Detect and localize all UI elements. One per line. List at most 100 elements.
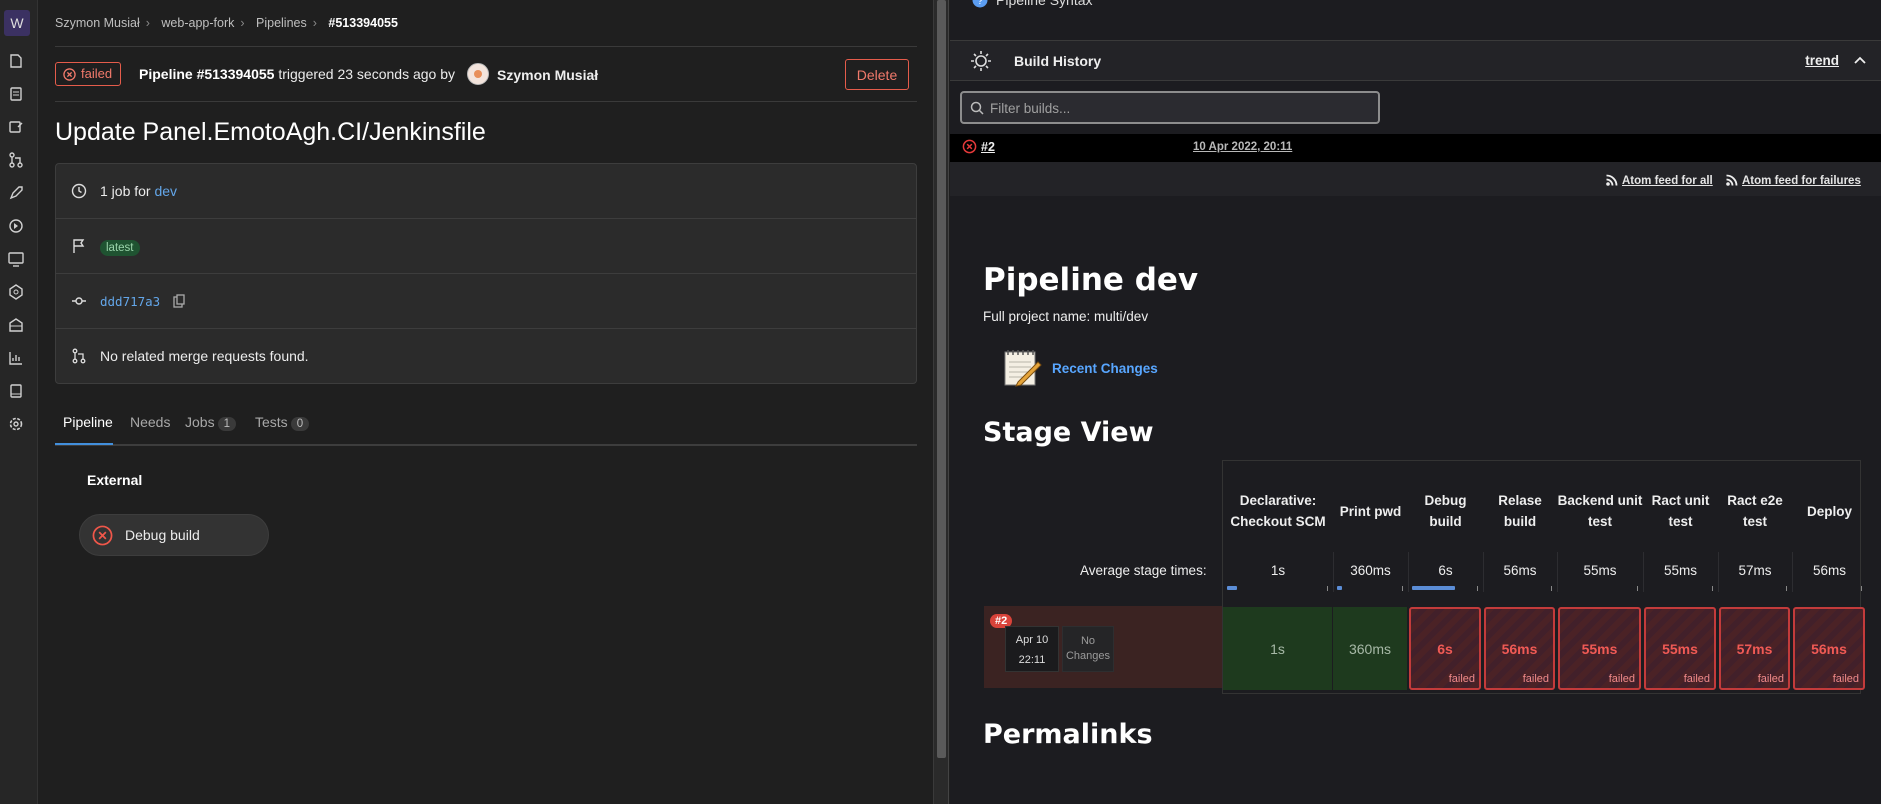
column-separator xyxy=(1333,552,1334,592)
stage-time-tick xyxy=(1861,586,1862,591)
search-icon xyxy=(970,101,984,115)
stage-time-tick xyxy=(1551,586,1552,591)
merge-branch-icon[interactable] xyxy=(7,151,25,169)
no-changes-box[interactable]: No Changes xyxy=(1062,626,1114,672)
stage-header: Print pwd xyxy=(1339,503,1402,519)
stage-time-tick xyxy=(1786,586,1787,591)
chevron-up-icon[interactable] xyxy=(1853,53,1867,67)
clock-icon xyxy=(71,183,87,199)
stage-failed-label: failed xyxy=(1608,673,1635,685)
stage-header: Relase build xyxy=(1498,493,1542,529)
trend-link[interactable]: trend xyxy=(1805,53,1839,68)
stage-duration: 56ms xyxy=(1811,640,1847,657)
breadcrumb-project[interactable]: web-app-fork xyxy=(161,16,234,30)
stage-cell-failed[interactable]: 55ms failed xyxy=(1644,607,1716,690)
copy-icon[interactable] xyxy=(172,294,186,308)
stage-header: Ract unit test xyxy=(1651,493,1710,529)
atom-feed-all-link[interactable]: Atom feed for all xyxy=(1605,173,1713,187)
breadcrumb-current[interactable]: #513394055 xyxy=(328,16,398,30)
scrollbar-thumb[interactable] xyxy=(937,0,946,758)
pipeline-title: Pipeline #513394055 triggered 23 seconds… xyxy=(139,66,455,82)
user-name[interactable]: Szymon Musiał xyxy=(497,67,598,83)
page-title: Pipeline dev xyxy=(983,262,1199,298)
ci-icon[interactable] xyxy=(7,217,25,235)
package-icon[interactable] xyxy=(7,316,25,334)
settings-icon[interactable] xyxy=(7,415,25,433)
stage-cell-failed[interactable]: 55ms failed xyxy=(1558,607,1641,690)
scrollbar[interactable] xyxy=(933,0,949,804)
stage-duration: 6s xyxy=(1437,640,1453,657)
commit-row: ddd717a3 xyxy=(56,274,916,329)
breadcrumb-separator: › xyxy=(145,16,150,30)
analytics-icon[interactable] xyxy=(7,349,25,367)
flag-icon xyxy=(73,239,85,253)
stage-failed-label: failed xyxy=(1757,673,1784,685)
failed-status-icon xyxy=(63,67,76,81)
build-number-link[interactable]: #2 xyxy=(981,140,995,154)
recent-changes-link[interactable]: Recent Changes xyxy=(1052,361,1158,376)
jobs-text: 1 job for dev xyxy=(100,183,177,199)
tab-tests[interactable]: Tests 0 xyxy=(255,414,310,431)
help-icon: ? xyxy=(972,0,988,8)
divider xyxy=(55,46,917,47)
left-nav-rail: W xyxy=(0,0,38,804)
issues-icon[interactable] xyxy=(7,85,25,103)
build-history-row[interactable]: #2 10 Apr 2022, 20:11 xyxy=(950,134,1881,162)
project-icon[interactable] xyxy=(7,52,25,70)
stage-duration: 360ms xyxy=(1348,640,1392,657)
delete-button[interactable]: Delete xyxy=(845,59,909,90)
pipeline-syntax-label: Pipeline Syntax xyxy=(996,0,1093,8)
divider xyxy=(55,101,917,102)
tab-label: Pipeline xyxy=(63,414,113,430)
breadcrumb-separator: › xyxy=(312,16,317,30)
commit-sha-link[interactable]: ddd717a3 xyxy=(100,294,160,309)
tab-count: 0 xyxy=(290,417,310,431)
stage-average-time: 56ms xyxy=(1503,563,1537,578)
breadcrumb-user[interactable]: Szymon Musiał xyxy=(55,16,140,30)
wiki-icon[interactable] xyxy=(7,382,25,400)
breadcrumb: Szymon Musiał › web-app-fork › Pipelines › … xyxy=(55,16,404,30)
pipeline-header: failed Pipeline #513394055 triggered 23 … xyxy=(55,59,917,91)
merge-requests-row: No related merge requests found. xyxy=(56,329,916,384)
tab-jobs[interactable]: Jobs 1 xyxy=(185,414,236,431)
stage-time-tick xyxy=(1477,586,1478,591)
monitor-icon[interactable] xyxy=(7,250,25,268)
avatar[interactable] xyxy=(467,63,489,85)
pipeline-syntax-link[interactable]: ? Pipeline Syntax xyxy=(972,0,1093,8)
cloud-icon[interactable] xyxy=(7,283,25,301)
stage-header: Backend unit test xyxy=(1557,493,1643,529)
stage-cell-success[interactable]: 1s xyxy=(1223,607,1332,690)
stage-group-title: External xyxy=(87,472,143,488)
stage-cell-failed[interactable]: 56ms failed xyxy=(1793,607,1865,690)
filter-builds-field[interactable] xyxy=(960,91,1380,124)
svg-text:?: ? xyxy=(977,0,983,7)
column-separator xyxy=(1643,552,1644,592)
commit-info: ddd717a3 xyxy=(100,293,186,309)
stage-cell-failed[interactable]: 57ms failed xyxy=(1719,607,1790,690)
stage-cell-success[interactable]: 360ms xyxy=(1333,607,1407,690)
breadcrumb-pipelines[interactable]: Pipelines xyxy=(256,16,307,30)
stage-header: Declarative: Checkout SCM xyxy=(1230,493,1326,529)
tab-pipeline[interactable]: Pipeline xyxy=(63,414,113,430)
filter-builds-input[interactable] xyxy=(990,98,1370,118)
latest-badge: latest xyxy=(100,240,140,256)
stage-header: Ract e2e test xyxy=(1727,493,1783,529)
permalinks-title: Permalinks xyxy=(983,719,1153,750)
merge-request-icon[interactable] xyxy=(7,118,25,136)
build-date-link[interactable]: 10 Apr 2022, 20:11 xyxy=(1193,141,1292,153)
stage-cell-failed[interactable]: 6s failed xyxy=(1409,607,1481,690)
stage-duration: 57ms xyxy=(1736,640,1773,657)
project-avatar[interactable]: W xyxy=(4,10,30,36)
column-separator xyxy=(1718,552,1719,592)
rocket-icon[interactable] xyxy=(7,184,25,202)
status-badge[interactable]: failed xyxy=(55,62,122,86)
stage-cell-failed[interactable]: 56ms failed xyxy=(1484,607,1555,690)
atom-feed-failures-link[interactable]: Atom feed for failures xyxy=(1725,173,1861,187)
job-pill[interactable]: Debug build xyxy=(79,514,269,556)
stage-average-time: 57ms xyxy=(1738,563,1772,578)
branch-link[interactable]: dev xyxy=(154,183,177,199)
atom-feed-all-label: Atom feed for all xyxy=(1622,175,1713,187)
notepad-icon[interactable] xyxy=(1002,346,1042,388)
failed-status-icon xyxy=(962,139,977,154)
tab-needs[interactable]: Needs xyxy=(130,414,170,430)
